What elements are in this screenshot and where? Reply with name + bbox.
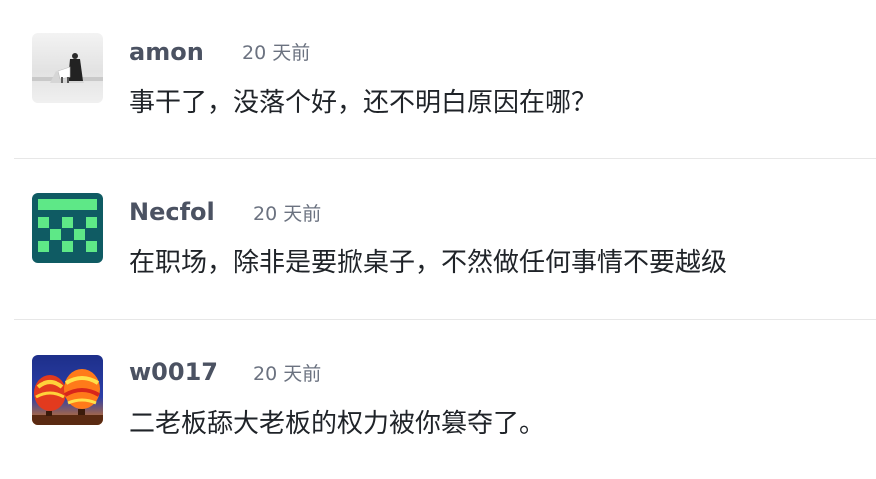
silhouette-avatar-icon <box>32 33 103 103</box>
comment-text: 事干了，没落个好，还不明白原因在哪？ <box>129 88 598 118</box>
comment-text: 在职场，除非是要掀桌子，不然做任何事情不要越级 <box>129 248 728 278</box>
comment-timestamp: 20 天前 <box>253 203 322 225</box>
comment-author[interactable]: Necfol <box>129 197 215 227</box>
identicon-avatar-icon <box>32 193 103 263</box>
divider <box>14 158 876 159</box>
avatar[interactable] <box>32 33 103 103</box>
comment-text: 二老板舔大老板的权力被你篡夺了。 <box>129 409 546 439</box>
comment-timestamp: 20 天前 <box>253 363 322 385</box>
comment-author[interactable]: w0017 <box>129 357 218 387</box>
divider <box>14 319 876 320</box>
avatar[interactable] <box>32 193 103 263</box>
comment-timestamp: 20 天前 <box>242 42 311 64</box>
balloons-avatar-icon <box>32 355 103 425</box>
comment-list: amon 20 天前 事干了，没落个好，还不明白原因在哪？ Necfol 20 … <box>0 0 876 479</box>
comment-author[interactable]: amon <box>129 37 204 67</box>
avatar[interactable] <box>32 355 103 425</box>
